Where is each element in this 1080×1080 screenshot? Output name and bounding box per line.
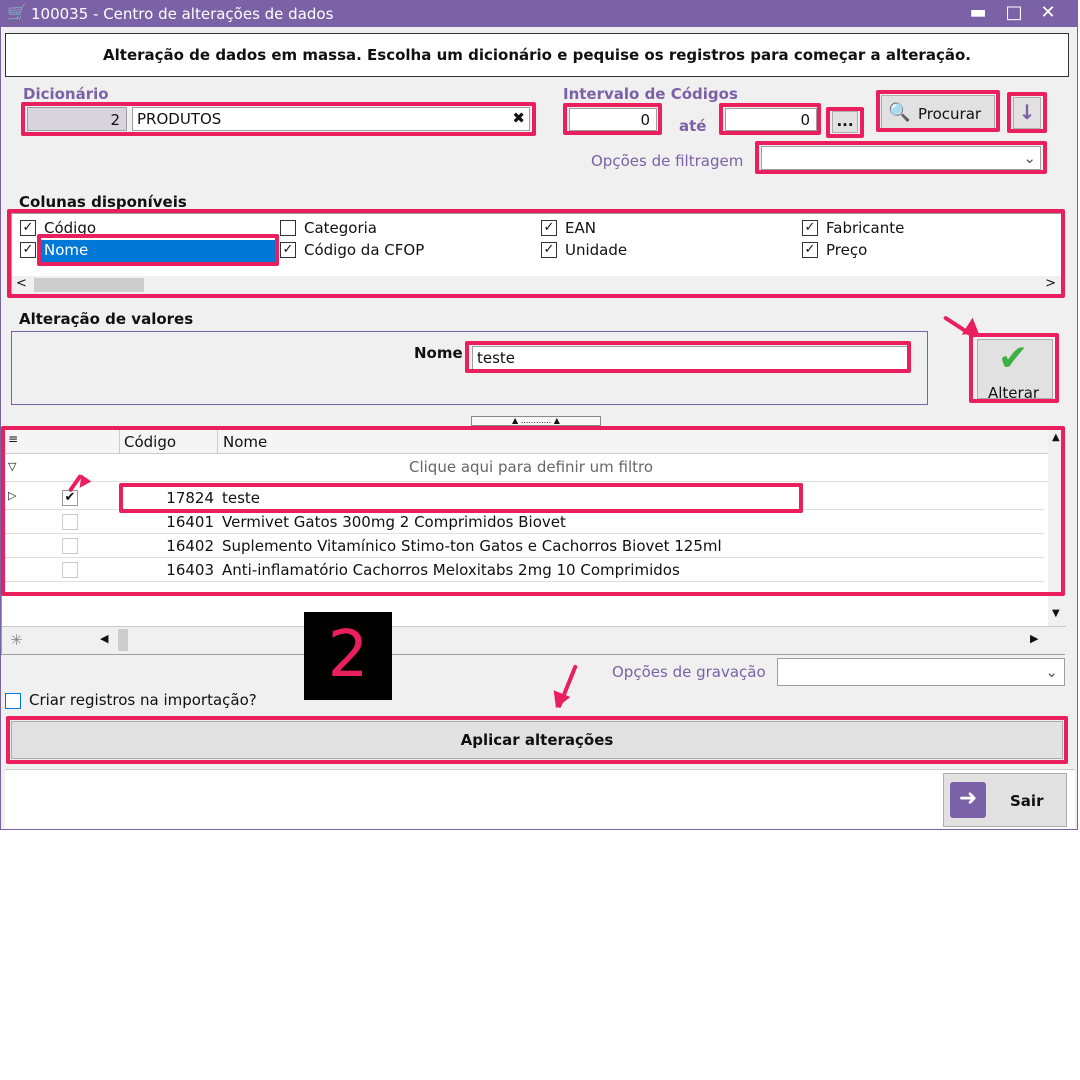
highlight-range-from (563, 103, 662, 135)
chevron-down-icon: ⌄ (1045, 663, 1058, 681)
highlight-search (876, 90, 1000, 132)
filter-options-label: Opções de filtragem (591, 152, 744, 170)
highlight-ellipsis (826, 107, 864, 138)
values-title: Alteração de valores (19, 310, 194, 328)
import-checkbox[interactable] (5, 693, 21, 709)
values-field-label: Nome (414, 344, 463, 362)
exit-door-icon: ➜ (950, 782, 986, 818)
save-options-label: Opções de gravação (612, 663, 766, 681)
highlight-alter-button (969, 333, 1059, 403)
minimize-button[interactable]: ▬ (963, 1, 993, 25)
grid-footer: ✳ ◀ ▶ (2, 626, 1066, 654)
window-title: 100035 - Centro de alterações de dados (31, 5, 334, 23)
maximize-button[interactable]: □ (999, 1, 1029, 25)
import-label: Criar registros na importação? (29, 691, 257, 709)
highlight-values-input (465, 341, 911, 373)
highlight-grid (1, 426, 1065, 596)
cart-icon: 🛒 (7, 3, 27, 22)
highlight-filter (755, 141, 1047, 174)
instruction-banner: Alteração de dados em massa. Escolha um … (5, 33, 1069, 77)
grid-scroll-thumb[interactable] (118, 629, 128, 651)
close-button[interactable]: ✕ (1033, 1, 1063, 25)
splitter-handle[interactable]: ▲ ............ ▲ (471, 416, 601, 426)
save-options-select[interactable]: ⌄ (777, 658, 1065, 686)
scroll-down-icon[interactable]: ▼ (1052, 608, 1060, 619)
scroll-right-icon[interactable]: ▶ (1030, 632, 1038, 645)
exit-button-label: Sair (1010, 792, 1044, 810)
range-label: Intervalo de Códigos (563, 85, 738, 103)
exit-button[interactable]: ➜ Sair (943, 773, 1067, 827)
annotation-arrowhead (547, 690, 571, 712)
highlight-dictionary (21, 102, 536, 136)
new-row-icon[interactable]: ✳ (10, 631, 23, 649)
title-bar: 🛒 100035 - Centro de alterações de dados… (1, 1, 1077, 27)
step-number-badge: 2 (304, 612, 392, 700)
highlight-arrow-down (1007, 92, 1047, 133)
highlight-apply-button (6, 716, 1068, 764)
highlight-range-to (719, 103, 821, 135)
dictionary-label: Dicionário (23, 85, 109, 103)
footer-panel (5, 769, 1075, 829)
scroll-left-icon[interactable]: ◀ (100, 632, 108, 645)
highlight-columns (7, 209, 1065, 298)
range-to-label: até (679, 117, 707, 135)
main-window: 🛒 100035 - Centro de alterações de dados… (0, 0, 1078, 830)
